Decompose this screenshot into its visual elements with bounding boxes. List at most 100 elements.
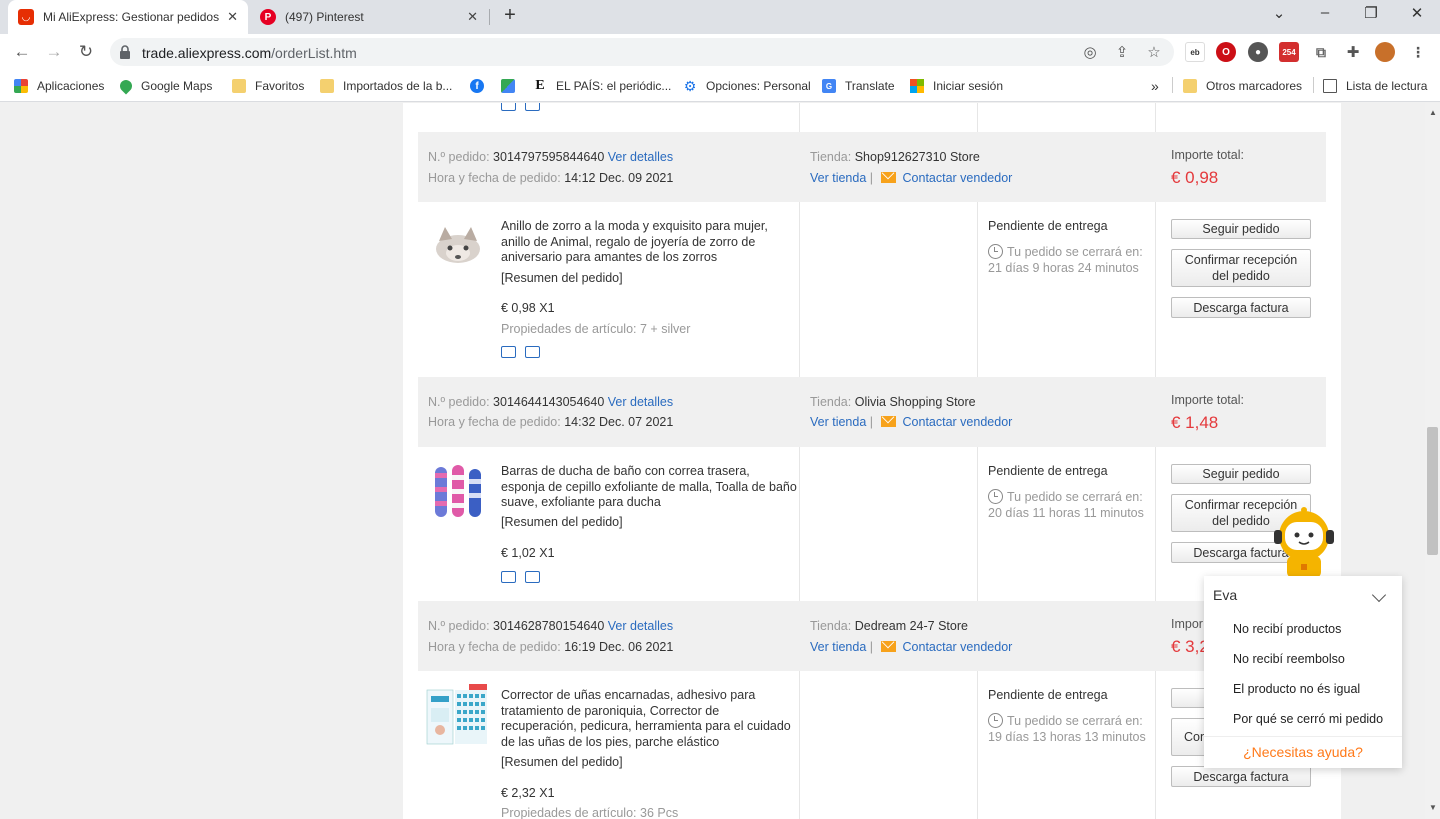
download-invoice-button[interactable]: Descarga factura — [1171, 297, 1311, 318]
bookmark-otros[interactable]: Otros marcadores — [1183, 77, 1302, 95]
view-details-link[interactable]: Ver detalles — [608, 395, 673, 409]
restore-icon[interactable]: ❐ — [1360, 4, 1382, 22]
bookmark-maps[interactable] — [501, 77, 524, 95]
order-number-row: N.º pedido: 3014644143054640 Ver detalle… — [428, 395, 673, 409]
bookmark-el-pais[interactable]: E EL PAÍS: el periódic... — [533, 77, 671, 95]
contact-seller-link[interactable]: Contactar vendedor — [903, 415, 1013, 429]
total-label: Importe total: — [1171, 393, 1244, 407]
receipt-icon[interactable] — [525, 571, 540, 583]
view-store-link[interactable]: Ver tienda — [810, 415, 866, 429]
extension-badge: 254 — [1282, 47, 1296, 57]
translate-icon: G — [822, 79, 836, 93]
chat-option[interactable]: Por qué se cerró mi pedido — [1233, 712, 1383, 726]
order-date-row: Hora y fecha de pedido: 16:19 Dec. 06 20… — [428, 640, 673, 654]
bookmark-label: Importados de la b... — [343, 79, 453, 93]
track-order-button[interactable]: Seguir pedido — [1171, 464, 1311, 484]
store-row: Tienda: Olivia Shopping Store — [810, 395, 976, 409]
back-icon[interactable]: ← — [10, 40, 34, 64]
bookmarks-overflow-button[interactable]: » — [1151, 77, 1159, 95]
receipt-icon[interactable] — [525, 103, 540, 111]
scrollbar-thumb[interactable] — [1427, 427, 1438, 555]
properties-label: Propiedades de artículo: — [501, 322, 637, 336]
bookmark-importados[interactable]: Importados de la b... — [320, 77, 452, 95]
bookmark-google-maps[interactable]: Google Maps — [117, 77, 212, 95]
store-links-row: Ver tienda | Contactar vendedor — [810, 640, 1012, 654]
product-thumbnail-nail-corrector[interactable] — [425, 684, 491, 750]
shipping-icon[interactable] — [501, 103, 516, 111]
close-window-icon[interactable]: ✕ — [1406, 4, 1428, 22]
reload-icon[interactable]: ↻ — [74, 40, 98, 64]
screenshot-icon[interactable]: ⧉ — [1311, 42, 1331, 62]
share-icon[interactable]: ⇪ — [1112, 43, 1132, 61]
order-number-row: N.º pedido: 3014797595844640 Ver detalle… — [428, 150, 673, 164]
column-divider — [977, 103, 978, 132]
product-title[interactable]: Corrector de uñas encarnadas, adhesivo p… — [501, 688, 797, 750]
separator: | — [869, 415, 874, 429]
web-icon[interactable]: ● — [1248, 42, 1268, 62]
store-row: Tienda: Shop912627310 Store — [810, 150, 980, 164]
bookmark-star-icon[interactable]: ☆ — [1144, 43, 1164, 61]
google-maps-icon — [117, 77, 135, 95]
bookmark-translate[interactable]: G Translate — [822, 77, 895, 95]
order-date-label: Hora y fecha de pedido: — [428, 171, 561, 185]
extension-icon[interactable]: eb — [1185, 42, 1205, 62]
bookmark-facebook[interactable]: f — [470, 77, 493, 95]
shipping-icon[interactable] — [501, 571, 516, 583]
tab-aliexpress[interactable]: ◡ Mi AliExpress: Gestionar pedidos ✕ — [8, 0, 248, 34]
view-store-link[interactable]: Ver tienda — [810, 171, 866, 185]
bookmark-iniciar-sesion[interactable]: Iniciar sesión — [910, 77, 1003, 95]
view-details-link[interactable]: Ver detalles — [608, 619, 673, 633]
product-thumbnail-fox-ring[interactable] — [425, 213, 491, 279]
extensions-puzzle-icon[interactable]: ✚ — [1343, 42, 1363, 62]
folder-icon — [1183, 79, 1197, 93]
product-thumbnail-shower-brush[interactable] — [425, 459, 491, 525]
view-store-link[interactable]: Ver tienda — [810, 640, 866, 654]
order-date-label: Hora y fecha de pedido: — [428, 415, 561, 429]
menu-kebab-icon[interactable]: ⋮ — [1408, 42, 1428, 62]
shipping-icon[interactable] — [501, 346, 516, 358]
bookmark-apps[interactable]: Aplicaciones — [14, 77, 104, 95]
track-order-button[interactable]: Seguir pedido — [1171, 219, 1311, 239]
contact-seller-link[interactable]: Contactar vendedor — [903, 640, 1013, 654]
tab-pinterest[interactable]: P (497) Pinterest ✕ — [250, 0, 488, 34]
avatar[interactable] — [1375, 42, 1395, 62]
scroll-up-arrow-icon[interactable]: ▲ — [1429, 108, 1437, 117]
download-invoice-button[interactable]: Descarga factura — [1171, 766, 1311, 787]
reading-list-button[interactable]: Lista de lectura — [1323, 77, 1427, 95]
chat-option[interactable]: No recibí productos — [1233, 622, 1341, 636]
clock-icon — [988, 244, 1003, 259]
properties-value: 7 + silver — [640, 322, 691, 336]
view-details-link[interactable]: Ver detalles — [608, 150, 673, 164]
order-summary-link[interactable]: [Resumen del pedido] — [501, 271, 623, 285]
bookmark-favoritos[interactable]: Favoritos — [232, 77, 304, 95]
chat-assistant-robot-icon[interactable] — [1273, 506, 1335, 578]
mail-extension-icon[interactable]: 254 — [1279, 42, 1299, 62]
chevron-down-icon[interactable] — [1371, 587, 1387, 603]
close-tab-icon[interactable]: ✕ — [467, 9, 478, 25]
facebook-icon: f — [470, 79, 484, 93]
product-title[interactable]: Anillo de zorro a la moda y exquisito pa… — [501, 219, 797, 266]
order-summary-link[interactable]: [Resumen del pedido] — [501, 515, 623, 529]
chat-option[interactable]: No recibí reembolso — [1233, 652, 1345, 666]
new-tab-button[interactable]: + — [499, 4, 521, 27]
forward-icon[interactable]: → — [42, 40, 66, 64]
confirm-receipt-button[interactable]: Confirmar recepción del pedido — [1171, 249, 1311, 287]
close-tab-icon[interactable]: ✕ — [227, 9, 238, 25]
order-summary-link[interactable]: [Resumen del pedido] — [501, 755, 623, 769]
eye-off-icon[interactable]: ◎ — [1080, 43, 1100, 61]
need-help-button[interactable]: ¿Necesitas ayuda? — [1204, 736, 1402, 768]
aliexpress-icon: ◡ — [18, 9, 34, 25]
opera-icon[interactable]: O — [1216, 42, 1236, 62]
minimize-icon[interactable]: – — [1314, 4, 1336, 21]
receipt-icon[interactable] — [525, 346, 540, 358]
tab-separator — [489, 9, 490, 25]
address-bar[interactable]: trade.aliexpress.com/orderList.htm ◎ ⇪ ☆ — [110, 38, 1174, 66]
product-title[interactable]: Barras de ducha de baño con correa trase… — [501, 464, 797, 511]
order-number-label: N.º pedido: — [428, 395, 490, 409]
tab-search-icon[interactable]: ⌄ — [1268, 4, 1290, 22]
chat-option[interactable]: El producto no és igual — [1233, 682, 1360, 696]
contact-seller-link[interactable]: Contactar vendedor — [903, 171, 1013, 185]
bookmark-opciones[interactable]: ⚙ Opciones: Personal — [683, 77, 811, 95]
bookmarks-bar: Aplicaciones Google Maps Favoritos Impor… — [0, 70, 1440, 102]
scroll-down-arrow-icon[interactable]: ▼ — [1429, 803, 1437, 812]
